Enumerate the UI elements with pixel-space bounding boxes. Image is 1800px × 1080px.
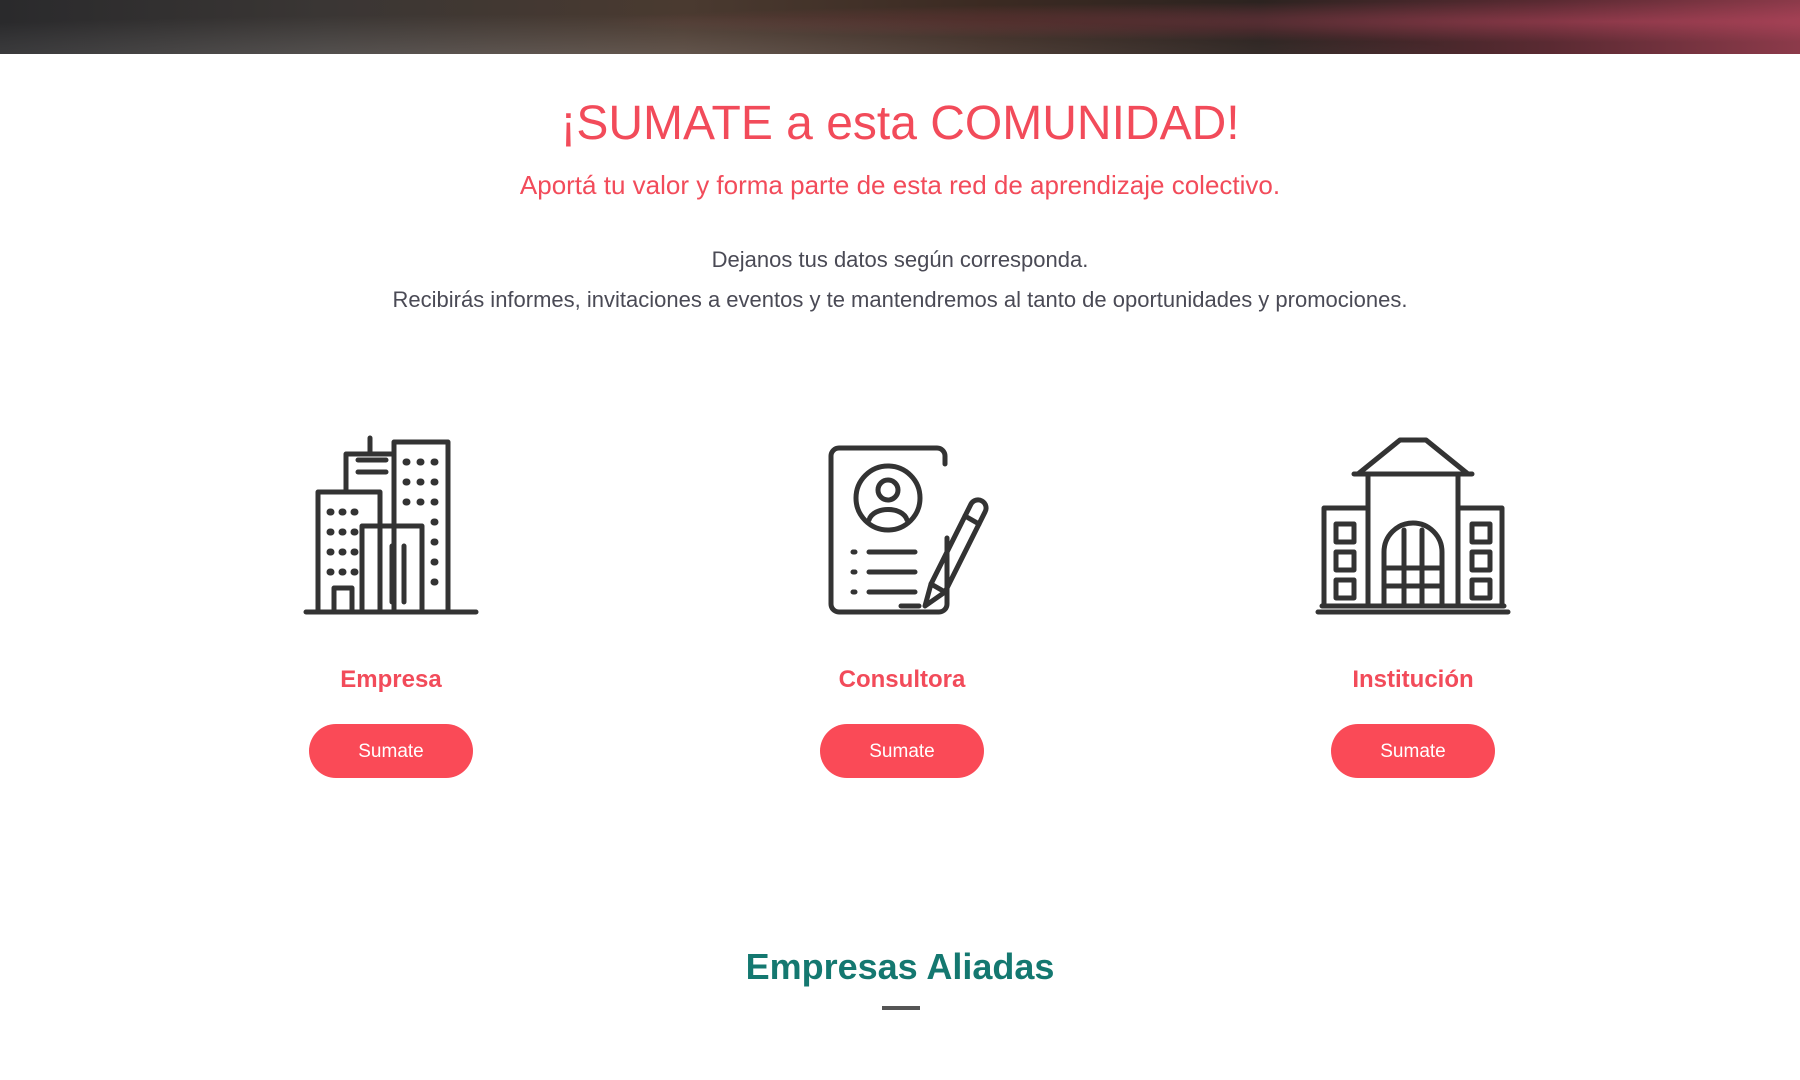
allies-section-title: Empresas Aliadas [745, 946, 1055, 987]
page-description: Dejanos tus datos según corresponda. Rec… [0, 240, 1800, 320]
description-line-1: Dejanos tus datos según corresponda. [711, 247, 1089, 272]
sumate-empresa-button[interactable]: Sumate [309, 724, 473, 778]
card-label: Empresa [340, 666, 442, 693]
buildings-icon [303, 435, 479, 615]
card-institucion: Institución Sumate [1263, 420, 1563, 780]
page-title: ¡SUMATE a esta COMUNIDAD! [560, 97, 1240, 150]
card-consultora: Consultora Sumate [752, 420, 1052, 780]
sumate-consultora-button[interactable]: Sumate [820, 724, 984, 778]
allies-title-underline [882, 1006, 920, 1010]
card-empresa: Empresa Sumate [241, 420, 541, 780]
hero-image-strip [0, 0, 1800, 54]
description-line-2: Recibirás informes, invitaciones a event… [392, 287, 1408, 312]
signup-cards: Empresa Sumate Consultora Sumate Institu… [0, 420, 1800, 800]
card-label: Consultora [838, 666, 966, 693]
institution-building-icon [1315, 437, 1511, 615]
card-label: Institución [1352, 666, 1474, 693]
sumate-institucion-button[interactable]: Sumate [1331, 724, 1495, 778]
resume-form-pencil-icon [828, 445, 989, 615]
page-subtitle: Aportá tu valor y forma parte de esta re… [519, 170, 1281, 200]
